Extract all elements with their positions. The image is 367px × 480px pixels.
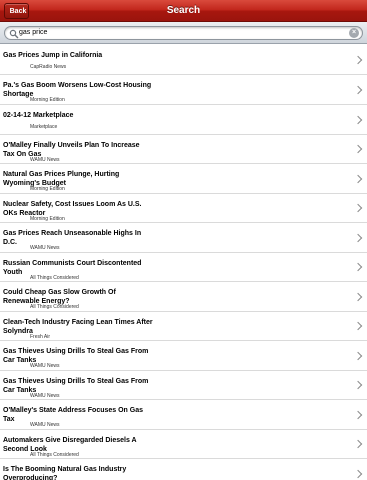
list-item[interactable]: Nuclear Safety, Cost Issues Loom As U.S.…	[0, 193, 367, 223]
clear-icon[interactable]: ×	[349, 28, 359, 38]
result-title: Gas Prices Jump in California	[3, 52, 103, 59]
result-source: Marketplace	[30, 123, 58, 130]
result-title: Gas Thieves Using Drills To Steal Gas Fr…	[3, 348, 149, 364]
chevron-right-icon	[353, 115, 363, 124]
result-title: 02-14-12 Marketplace	[3, 111, 74, 119]
list-item[interactable]: O'Malley Finally Unveils Plan To Increas…	[0, 134, 367, 164]
page-title: Search	[166, 5, 201, 16]
list-item[interactable]: Gas Thieves Using Drills To Steal Gas Fr…	[0, 370, 367, 400]
result-title: Gas Prices Reach Unseasonable Highs In D…	[3, 230, 142, 246]
chevron-right-icon	[353, 145, 363, 154]
search-input[interactable]	[19, 27, 339, 39]
chevron-right-icon	[353, 204, 363, 213]
list-item[interactable]: Could Cheap Gas Slow Growth Of Renewable…	[0, 282, 367, 312]
back-button-label: Back	[9, 7, 27, 15]
result-source: WAMU News	[30, 245, 60, 251]
chevron-right-icon	[353, 351, 363, 360]
chevron-right-icon	[353, 292, 363, 301]
result-source: Morning Edition	[30, 97, 65, 103]
result-title: O'Malley Finally Unveils Plan To Increas…	[3, 141, 140, 158]
result-source: All Things Considered	[30, 274, 79, 281]
chevron-right-icon	[353, 263, 363, 272]
search-field[interactable]: ×	[4, 26, 363, 40]
chevron-right-icon	[353, 469, 363, 478]
chevron-right-icon	[353, 322, 363, 331]
result-source: Morning Edition	[30, 186, 65, 192]
list-item[interactable]: Russian Communists Court Discontented Yo…	[0, 252, 367, 282]
result-source: Fresh Air	[30, 333, 51, 340]
list-item[interactable]: Clean-Tech Industry Facing Lean Times Af…	[0, 311, 367, 341]
chevron-right-icon	[353, 174, 363, 183]
list-item[interactable]: Is The Booming Natural Gas Industry Over…	[0, 459, 367, 480]
search-bar: ×	[0, 22, 367, 44]
list-item[interactable]: Pa.'s Gas Boom Worsens Low-Cost Housing …	[0, 75, 367, 105]
result-source: All Things Considered	[30, 451, 79, 458]
result-source: WAMU News	[30, 422, 60, 428]
result-title: Pa.'s Gas Boom Worsens Low-Cost Housing …	[3, 82, 152, 98]
result-source: CapRadio News	[30, 64, 67, 70]
results-list: Gas Prices Jump in California CapRadio Ne…	[0, 45, 367, 480]
navigation-bar: Back Search	[0, 0, 367, 22]
result-title: Nuclear Safety, Cost Issues Loom As U.S.…	[3, 200, 142, 217]
list-item[interactable]: Gas Prices Jump in California CapRadio Ne…	[0, 45, 367, 75]
list-item[interactable]: Gas Thieves Using Drills To Steal Gas Fr…	[0, 341, 367, 371]
result-title: Clean-Tech Industry Facing Lean Times Af…	[3, 318, 153, 335]
chevron-right-icon	[353, 410, 363, 419]
result-source: WAMU News	[30, 392, 60, 399]
list-item[interactable]: O'Malley's State Address Focuses On Gas …	[0, 400, 367, 430]
result-source: Morning Edition	[30, 215, 65, 222]
list-item[interactable]: Automakers Give Disregarded Diesels A Se…	[0, 429, 367, 459]
result-title: Gas Thieves Using Drills To Steal Gas Fr…	[3, 377, 149, 394]
chevron-right-icon	[353, 233, 363, 242]
result-title: O'Malley's State Address Focuses On Gas …	[3, 407, 144, 423]
result-title: Natural Gas Prices Plunge, Hurting Wyomi…	[3, 171, 120, 187]
chevron-right-icon	[353, 55, 363, 65]
list-item[interactable]: Gas Prices Reach Unseasonable Highs In D…	[0, 223, 367, 253]
result-source: WAMU News	[30, 156, 60, 163]
chevron-right-icon	[353, 440, 363, 449]
result-source: All Things Considered	[30, 304, 79, 310]
list-item[interactable]: Natural Gas Prices Plunge, Hurting Wyomi…	[0, 164, 367, 194]
search-icon	[9, 29, 19, 39]
result-source: WAMU News	[30, 363, 60, 369]
chevron-right-icon	[353, 85, 363, 94]
list-item[interactable]: 02-14-12 Marketplace Marketplace	[0, 104, 367, 135]
chevron-right-icon	[353, 381, 363, 390]
result-title: Is The Booming Natural Gas Industry Over…	[3, 466, 127, 480]
